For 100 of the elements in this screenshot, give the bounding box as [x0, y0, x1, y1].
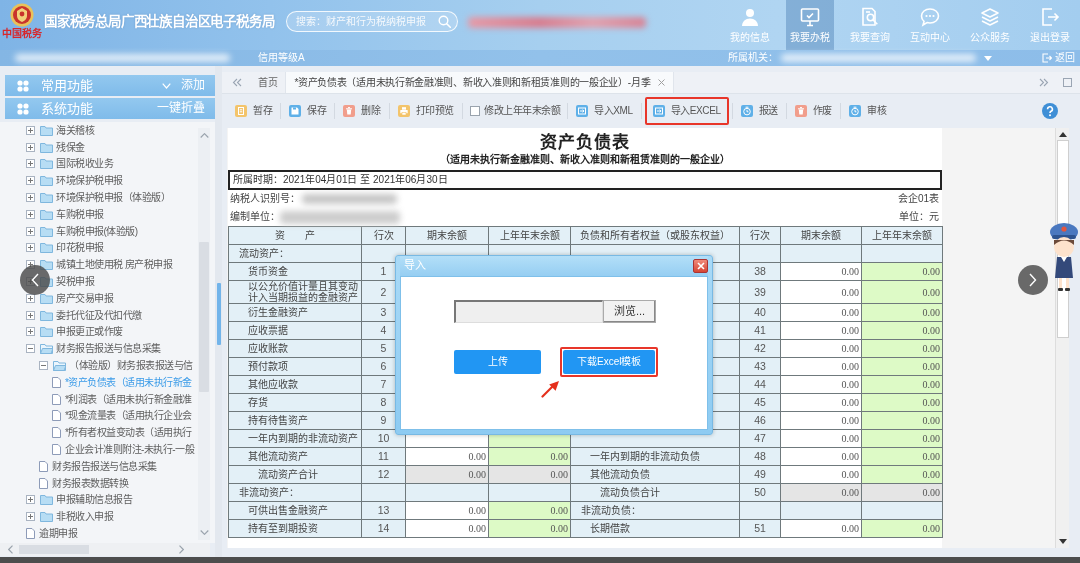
- authority-label: 所属机关：: [728, 52, 778, 64]
- logo-caption: 中国税务: [2, 28, 42, 39]
- tree-item[interactable]: *现金流量表（适用执行企业会: [64, 409, 193, 423]
- tree-item[interactable]: 房产交易申报: [55, 291, 114, 305]
- horizontal-scrollbar[interactable]: [0, 543, 210, 556]
- tree-item[interactable]: 车购税申报(体验版): [55, 224, 139, 238]
- tree-item[interactable]: 申报更正或作废: [55, 325, 124, 339]
- stopwatch-icon: [740, 105, 753, 117]
- tree-item[interactable]: 财务报告报送与信息采集: [55, 342, 162, 356]
- column-header: 行次: [361, 226, 406, 245]
- tree-item[interactable]: 环境保护税申报: [55, 174, 124, 188]
- expand-icon[interactable]: [26, 327, 35, 337]
- folder-icon: [40, 494, 53, 506]
- layers-icon: [980, 7, 1000, 27]
- toolbar-button[interactable]: 暂存: [230, 100, 278, 122]
- panel-title: 常用功能: [41, 77, 93, 94]
- toolbar-button[interactable]: 审核: [844, 100, 892, 122]
- toolbar-button[interactable]: 保存: [284, 100, 332, 122]
- tree-item[interactable]: 国际税收业务: [55, 157, 114, 171]
- tree-item[interactable]: 印花税申报: [55, 241, 105, 255]
- tree-item[interactable]: 城镇土地使用税 房产税申报: [55, 258, 174, 272]
- toolbar-button[interactable]: 删除: [338, 100, 386, 122]
- folder-icon: [40, 292, 53, 304]
- tree-item[interactable]: 车购税申报: [55, 207, 105, 221]
- tree-item[interactable]: 残保金: [55, 140, 86, 154]
- close-icon[interactable]: [658, 79, 666, 86]
- page-icon: [52, 376, 61, 388]
- toolbar-button[interactable]: 作废: [789, 100, 837, 122]
- field-label: 纳税人识别号：: [230, 193, 300, 205]
- tree-item[interactable]: 环境保护税申报（体验版）: [55, 191, 171, 205]
- expand-icon[interactable]: [26, 209, 35, 219]
- tree-item[interactable]: 委托代征及代扣代缴: [55, 308, 143, 322]
- folder-icon: [40, 192, 53, 204]
- folder-icon: [40, 141, 53, 153]
- expand-icon[interactable]: [26, 226, 35, 236]
- tree-item[interactable]: 财务报表数据转换: [51, 476, 129, 490]
- chevron-right-icon: [1029, 273, 1037, 287]
- unit-label: 单位：元: [899, 211, 939, 223]
- tree-item[interactable]: *利润表（适用未执行新金融准: [64, 392, 193, 406]
- search-field[interactable]: 搜索：财产和行为税纳税申报: [286, 11, 459, 32]
- tree-item[interactable]: *所有者权益变动表（适用执行: [64, 426, 193, 440]
- panel-title: 系统功能: [41, 100, 93, 117]
- tree-item[interactable]: 海关稽核: [55, 123, 95, 137]
- page-tab[interactable]: *资产负债表（适用未执行新金融准则、新收入准则和新租赁准则的一般企业）-月季: [286, 72, 675, 93]
- help-icon[interactable]: [1042, 103, 1058, 119]
- expand-icon[interactable]: [26, 310, 35, 320]
- tree-item[interactable]: 非税收入申报: [55, 510, 114, 524]
- tree-item[interactable]: 企业会计准则附注-未执行-一般: [64, 443, 196, 457]
- folder-icon: [40, 309, 53, 321]
- grid-dots-icon: [17, 79, 29, 92]
- folder-icon: [40, 158, 53, 170]
- mascot-drawing[interactable]: [1048, 221, 1080, 293]
- toolbar-button[interactable]: 导入XML: [571, 100, 638, 122]
- scrollbar-thumb[interactable]: [199, 242, 209, 392]
- scroll-up-icon[interactable]: [1058, 132, 1067, 137]
- site-title: 国家税务总局广西壮族自治区电子税务局: [44, 13, 275, 31]
- checkbox[interactable]: [470, 106, 480, 116]
- expand-icon[interactable]: [26, 159, 35, 169]
- open-folder-icon: [40, 343, 53, 355]
- toolbar-button[interactable]: 打印预览: [392, 100, 459, 122]
- collapse-icon[interactable]: [39, 361, 48, 371]
- tree-item[interactable]: 财务报告报送与信息采集: [51, 459, 158, 473]
- close-icon: [696, 262, 705, 270]
- tree-item[interactable]: 逾期申报: [38, 527, 78, 540]
- tree-item[interactable]: 契税申报: [55, 275, 95, 289]
- collapse-icon[interactable]: [26, 344, 35, 354]
- page-icon: [39, 477, 48, 489]
- toolbar-button[interactable]: 报送: [735, 100, 783, 122]
- tree-item[interactable]: （体验版）财务报表报送与信: [68, 359, 194, 373]
- browse-button[interactable]: 浏览...: [603, 300, 656, 323]
- splitter-handle[interactable]: [217, 283, 221, 345]
- person-icon: [740, 7, 760, 27]
- expand-icon[interactable]: [26, 142, 35, 152]
- folder-icon: [40, 225, 53, 237]
- monitor-icon: [800, 7, 820, 27]
- column-header: 期末余额: [405, 226, 489, 245]
- expand-icon[interactable]: [26, 193, 35, 203]
- scroll-down-icon[interactable]: [1058, 539, 1067, 544]
- field-label: 编制单位：: [230, 211, 280, 223]
- vertical-scrollbar[interactable]: [198, 128, 210, 540]
- page-icon: [26, 528, 35, 539]
- folder-icon: [40, 326, 53, 338]
- toolbar-button[interactable]: 导入EXCEL: [647, 100, 726, 122]
- tree-item[interactable]: 申报辅助信息报告: [55, 493, 133, 507]
- close-button[interactable]: [693, 259, 708, 273]
- expand-icon[interactable]: [26, 512, 35, 522]
- expand-icon[interactable]: [26, 293, 35, 303]
- expand-icon[interactable]: [26, 125, 35, 135]
- pointer-arrow-icon: [541, 381, 559, 398]
- expand-icon[interactable]: [26, 495, 35, 505]
- dialog-title: 导入: [404, 259, 426, 273]
- open-folder-icon: [53, 360, 66, 372]
- file-path-field[interactable]: [454, 300, 603, 323]
- expand-icon[interactable]: [26, 176, 35, 186]
- folder-icon: [40, 124, 53, 136]
- expand-icon[interactable]: [26, 243, 35, 253]
- emblem-icon: [10, 3, 34, 27]
- checkbox-label[interactable]: 修改上年年末余额: [484, 105, 560, 117]
- exit-icon: [1042, 53, 1052, 63]
- tray-arrow-icon: [652, 105, 665, 117]
